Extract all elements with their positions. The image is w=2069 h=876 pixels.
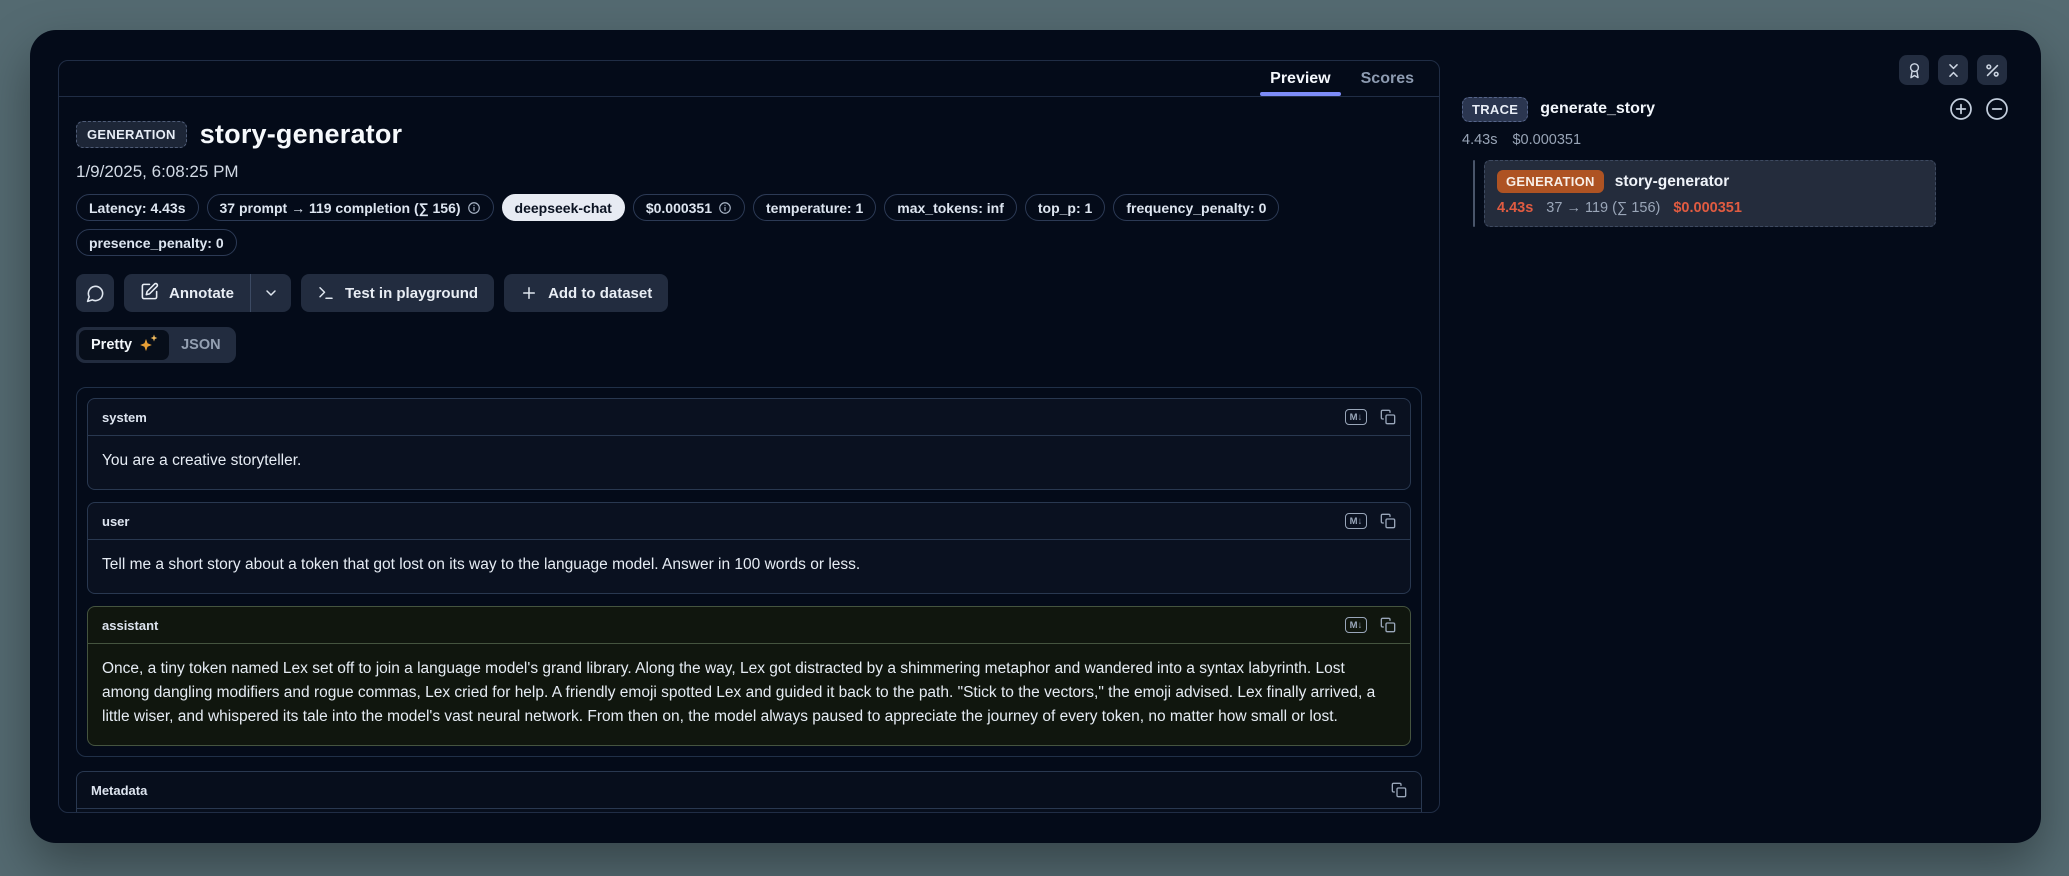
copy-icon[interactable]	[1380, 617, 1396, 633]
token-usage-label: 37 prompt → 119 completion (∑ 156)	[220, 200, 461, 216]
chevron-down-icon	[263, 285, 279, 301]
copy-icon[interactable]	[1380, 409, 1396, 425]
message-header: assistant M↓	[88, 607, 1410, 644]
observation-stat-pills: Latency: 4.43s 37 prompt → 119 completio…	[76, 194, 1422, 256]
page-title: story-generator	[200, 119, 403, 150]
collapse-panel-button[interactable]	[1938, 55, 1968, 85]
observation-content: GENERATION story-generator 1/9/2025, 6:0…	[59, 97, 1439, 813]
info-icon[interactable]	[718, 201, 732, 215]
playground-button[interactable]: Test in playground	[301, 274, 494, 312]
annotate-dropdown-button[interactable]	[251, 274, 291, 312]
token-usage-pill: 37 prompt → 119 completion (∑ 156)	[207, 194, 494, 221]
message-header: system M↓	[88, 399, 1410, 436]
pretty-label: Pretty	[91, 337, 132, 353]
model-pill[interactable]: deepseek-chat	[502, 194, 625, 221]
presence-penalty-pill: presence_penalty: 0	[76, 229, 237, 256]
percent-icon	[1984, 62, 2001, 79]
node-stats: 4.43s 37 → 119 (∑ 156) $0.000351	[1497, 200, 1923, 216]
annotate-label: Annotate	[169, 285, 234, 302]
node-tokens: 37 → 119 (∑ 156)	[1546, 200, 1660, 216]
tree-node-generation[interactable]: GENERATION story-generator 4.43s 37 → 11…	[1484, 160, 1936, 227]
expand-all-icon[interactable]	[1948, 96, 1974, 122]
top-p-pill: top_p: 1	[1025, 194, 1105, 221]
message-role-label: assistant	[102, 618, 158, 633]
message-header: user M↓	[88, 503, 1410, 540]
app-window: Preview Scores GENERATION story-generato…	[30, 30, 2041, 843]
toggle-pretty[interactable]: Pretty	[79, 330, 169, 360]
tree-guide-line	[1473, 160, 1475, 227]
sparkles-icon	[139, 336, 157, 354]
collapse-all-icon[interactable]	[1984, 96, 2010, 122]
frequency-penalty-pill: frequency_penalty: 0	[1113, 194, 1279, 221]
cost-label: $0.000351	[646, 200, 712, 216]
playground-label: Test in playground	[345, 285, 478, 302]
message-card-system: system M↓ You are a creative storyteller…	[87, 398, 1411, 490]
terminal-icon	[317, 284, 335, 302]
tab-preview[interactable]: Preview	[1255, 61, 1345, 96]
trace-latency: 4.43s	[1462, 132, 1497, 148]
trace-root-row[interactable]: TRACE generate_story	[1462, 94, 2010, 124]
trace-type-badge: TRACE	[1462, 97, 1528, 122]
markdown-toggle-icon[interactable]: M↓	[1345, 513, 1367, 529]
message-content: You are a creative storyteller.	[88, 436, 1410, 489]
node-name: story-generator	[1615, 173, 1730, 191]
annotate-icon	[140, 282, 159, 305]
annotate-split-button: Annotate	[124, 274, 291, 312]
detail-tabs: Preview Scores	[59, 61, 1439, 97]
trace-panel-toolbar	[1899, 55, 2007, 85]
markdown-toggle-icon[interactable]: M↓	[1345, 409, 1367, 425]
tree-node-row: GENERATION story-generator 4.43s 37 → 11…	[1473, 160, 2010, 227]
metadata-json-viewer: { genre: "adventure" }	[77, 809, 1421, 813]
message-card-user: user M↓ Tell me a short story about a to…	[87, 502, 1411, 594]
observation-actions: Annotate Test in playground	[76, 274, 1422, 312]
message-role-label: system	[102, 410, 147, 425]
metadata-card: Metadata { genre:	[76, 771, 1422, 813]
node-latency: 4.43s	[1497, 200, 1533, 216]
metadata-header-actions	[1391, 782, 1407, 798]
copy-icon[interactable]	[1380, 513, 1396, 529]
metadata-title: Metadata	[91, 783, 147, 798]
fold-vertical-icon	[1945, 62, 1962, 79]
message-card-assistant: assistant M↓ Once, a tiny token named Le…	[87, 606, 1411, 746]
message-content: Tell me a short story about a token that…	[88, 540, 1410, 593]
annotation-queue-button[interactable]	[1899, 55, 1929, 85]
message-content: Once, a tiny token named Lex set off to …	[88, 644, 1410, 745]
add-to-dataset-label: Add to dataset	[548, 285, 652, 302]
metadata-header: Metadata	[77, 772, 1421, 809]
generation-type-badge: GENERATION	[76, 121, 187, 148]
node-cost: $0.000351	[1673, 200, 1742, 216]
toggle-json[interactable]: JSON	[169, 330, 233, 360]
io-preview-container: system M↓ You are a creative storyteller…	[76, 387, 1422, 757]
markdown-toggle-icon[interactable]: M↓	[1345, 617, 1367, 633]
plus-icon	[520, 284, 538, 302]
observation-title-row: GENERATION story-generator	[76, 115, 1422, 153]
info-icon[interactable]	[467, 201, 481, 215]
max-tokens-pill: max_tokens: inf	[884, 194, 1017, 221]
award-ribbon-icon	[1906, 62, 1923, 79]
node-title-row: GENERATION story-generator	[1497, 170, 1923, 193]
trace-stats: 4.43s $0.000351	[1462, 132, 2010, 148]
trace-cost: $0.000351	[1512, 132, 1581, 148]
tab-scores[interactable]: Scores	[1346, 61, 1429, 96]
pretty-json-toggle: Pretty JSON	[76, 327, 236, 363]
comment-icon	[86, 284, 105, 303]
add-to-dataset-button[interactable]: Add to dataset	[504, 274, 668, 312]
observation-detail-panel: Preview Scores GENERATION story-generato…	[58, 60, 1440, 813]
annotate-button[interactable]: Annotate	[124, 274, 250, 312]
generation-type-badge: GENERATION	[1497, 170, 1604, 193]
message-header-actions: M↓	[1345, 513, 1396, 529]
latency-pill: Latency: 4.43s	[76, 194, 199, 221]
tree-expand-controls	[1948, 96, 2010, 122]
trace-tree-panel: TRACE generate_story 4.43s $0.000351 GEN…	[1462, 94, 2010, 227]
trace-name: generate_story	[1540, 100, 1655, 118]
observation-timestamp: 1/9/2025, 6:08:25 PM	[76, 162, 1422, 182]
message-header-actions: M↓	[1345, 617, 1396, 633]
temperature-pill: temperature: 1	[753, 194, 876, 221]
copy-icon[interactable]	[1391, 782, 1407, 798]
message-header-actions: M↓	[1345, 409, 1396, 425]
message-role-label: user	[102, 514, 129, 529]
comment-button[interactable]	[76, 274, 114, 312]
cost-pill: $0.000351	[633, 194, 745, 221]
score-format-button[interactable]	[1977, 55, 2007, 85]
